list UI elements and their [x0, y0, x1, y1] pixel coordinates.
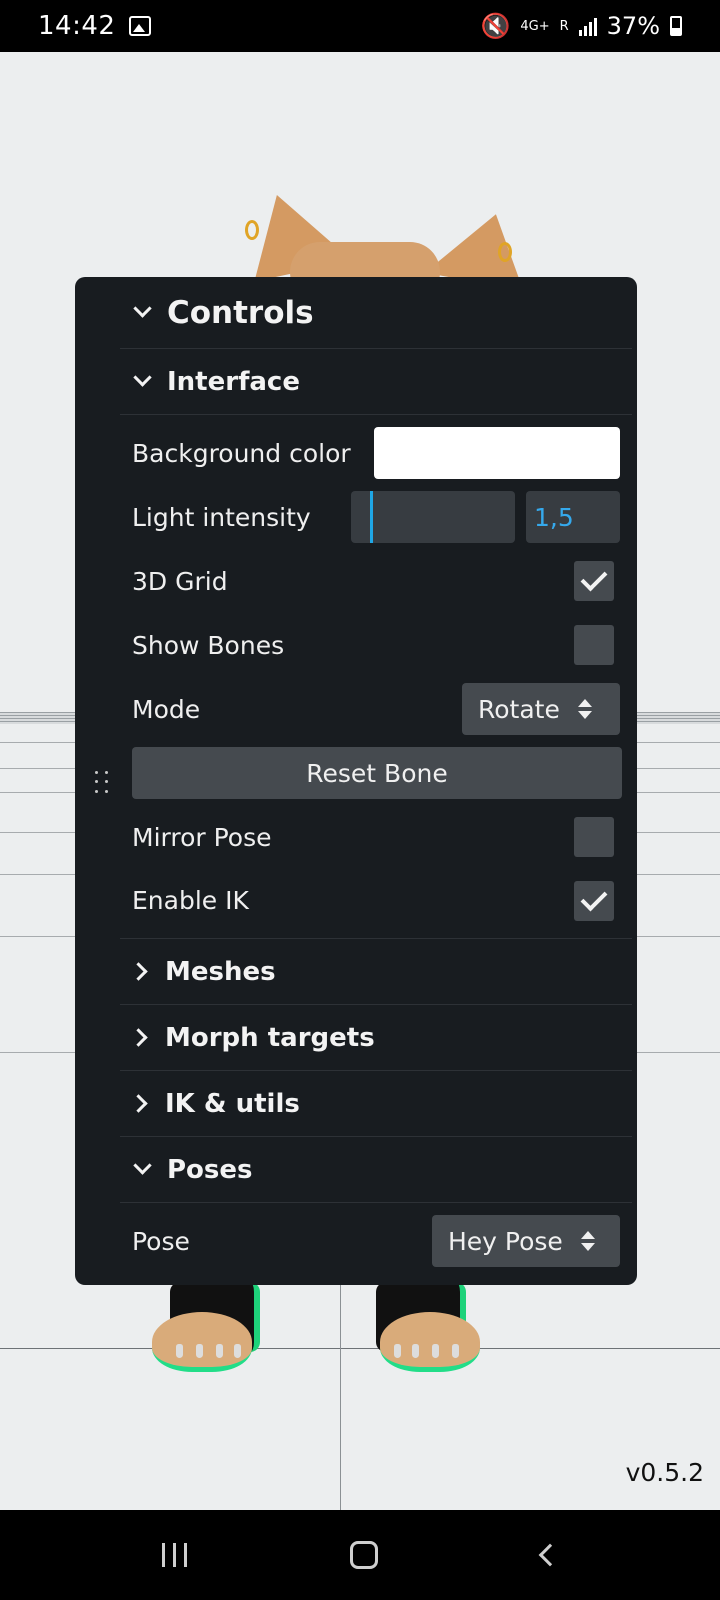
controls-title: Controls — [167, 294, 314, 331]
mirror-pose-label: Mirror Pose — [132, 822, 272, 852]
select-arrows-icon — [577, 699, 592, 719]
morph-targets-folder-header[interactable]: Morph targets — [120, 1005, 632, 1071]
mirror-pose-checkbox[interactable] — [574, 817, 614, 857]
model-earring — [245, 220, 259, 240]
recent-apps-button[interactable] — [161, 1543, 187, 1567]
pose-select[interactable]: Hey Pose — [432, 1215, 620, 1267]
model-earring — [498, 242, 512, 262]
controls-folder-header[interactable]: Controls — [120, 277, 632, 349]
interface-title: Interface — [167, 366, 300, 397]
enable-ik-row: Enable IK — [120, 869, 632, 939]
light-intensity-label: Light intensity — [132, 502, 311, 532]
mute-icon: 🔇 — [480, 12, 511, 40]
light-intensity-slider[interactable] — [351, 491, 515, 543]
roaming-indicator: R — [559, 18, 569, 34]
pose-label: Pose — [132, 1226, 190, 1256]
background-color-row: Background color — [120, 421, 632, 485]
enable-ik-checkbox[interactable] — [574, 880, 614, 921]
background-color-picker[interactable] — [374, 427, 620, 479]
poses-title: Poses — [167, 1154, 253, 1185]
mirror-pose-row: Mirror Pose — [120, 805, 632, 869]
meshes-folder-header[interactable]: Meshes — [120, 939, 632, 1005]
drag-handle-icon[interactable] — [95, 771, 109, 795]
controls-panel: Controls Interface Background color Ligh… — [75, 277, 637, 1285]
chevron-right-icon — [129, 1094, 148, 1113]
model-foot-left — [152, 1282, 272, 1372]
model-foot-right — [376, 1282, 496, 1372]
ik-utils-folder-header[interactable]: IK & utils — [120, 1071, 632, 1137]
version-label: v0.5.2 — [625, 1458, 704, 1487]
reset-bone-button[interactable]: Reset Bone — [132, 747, 622, 799]
pose-select-value: Hey Pose — [448, 1226, 563, 1256]
chevron-down-icon — [133, 299, 152, 318]
network-type: 4G+ — [520, 18, 550, 34]
light-intensity-row: Light intensity 1,5 — [120, 485, 632, 549]
mode-row: Mode Rotate — [120, 677, 632, 741]
pose-row: Pose Hey Pose — [120, 1203, 632, 1279]
signal-icon — [578, 16, 597, 36]
select-arrows-icon — [580, 1231, 595, 1251]
gallery-notification-icon — [129, 16, 152, 36]
chevron-down-icon — [133, 368, 152, 387]
background-color-label: Background color — [132, 438, 351, 468]
show-bones-label: Show Bones — [132, 630, 285, 660]
status-time: 14:42 — [38, 11, 116, 41]
poses-folder-header[interactable]: Poses — [120, 1137, 632, 1203]
slider-fill — [370, 491, 373, 543]
chevron-down-icon — [133, 1156, 152, 1175]
battery-percent: 37% — [606, 12, 660, 40]
battery-icon — [670, 16, 682, 36]
chevron-right-icon — [129, 1028, 148, 1047]
interface-folder-header[interactable]: Interface — [120, 349, 632, 415]
grid-label: 3D Grid — [132, 566, 228, 596]
light-intensity-input[interactable]: 1,5 — [526, 491, 620, 543]
status-bar: 14:42 🔇 4G+ R 37% — [0, 0, 720, 52]
grid-checkbox[interactable] — [574, 561, 614, 601]
mode-select[interactable]: Rotate — [462, 683, 620, 735]
mode-label: Mode — [132, 694, 201, 724]
morph-targets-title: Morph targets — [165, 1022, 375, 1053]
navigation-bar — [0, 1510, 720, 1600]
home-button[interactable] — [350, 1541, 379, 1569]
enable-ik-label: Enable IK — [132, 886, 249, 915]
chevron-right-icon — [129, 962, 148, 981]
ik-utils-title: IK & utils — [165, 1088, 300, 1119]
show-bones-checkbox[interactable] — [574, 625, 614, 665]
meshes-title: Meshes — [165, 956, 276, 987]
mode-select-value: Rotate — [478, 694, 560, 724]
status-icons: 🔇 4G+ R 37% — [480, 12, 682, 40]
grid-row: 3D Grid — [120, 549, 632, 613]
grid-line — [0, 1348, 720, 1349]
grid-axis-line — [340, 1282, 341, 1510]
back-button[interactable] — [538, 1543, 562, 1567]
show-bones-row: Show Bones — [120, 613, 632, 677]
